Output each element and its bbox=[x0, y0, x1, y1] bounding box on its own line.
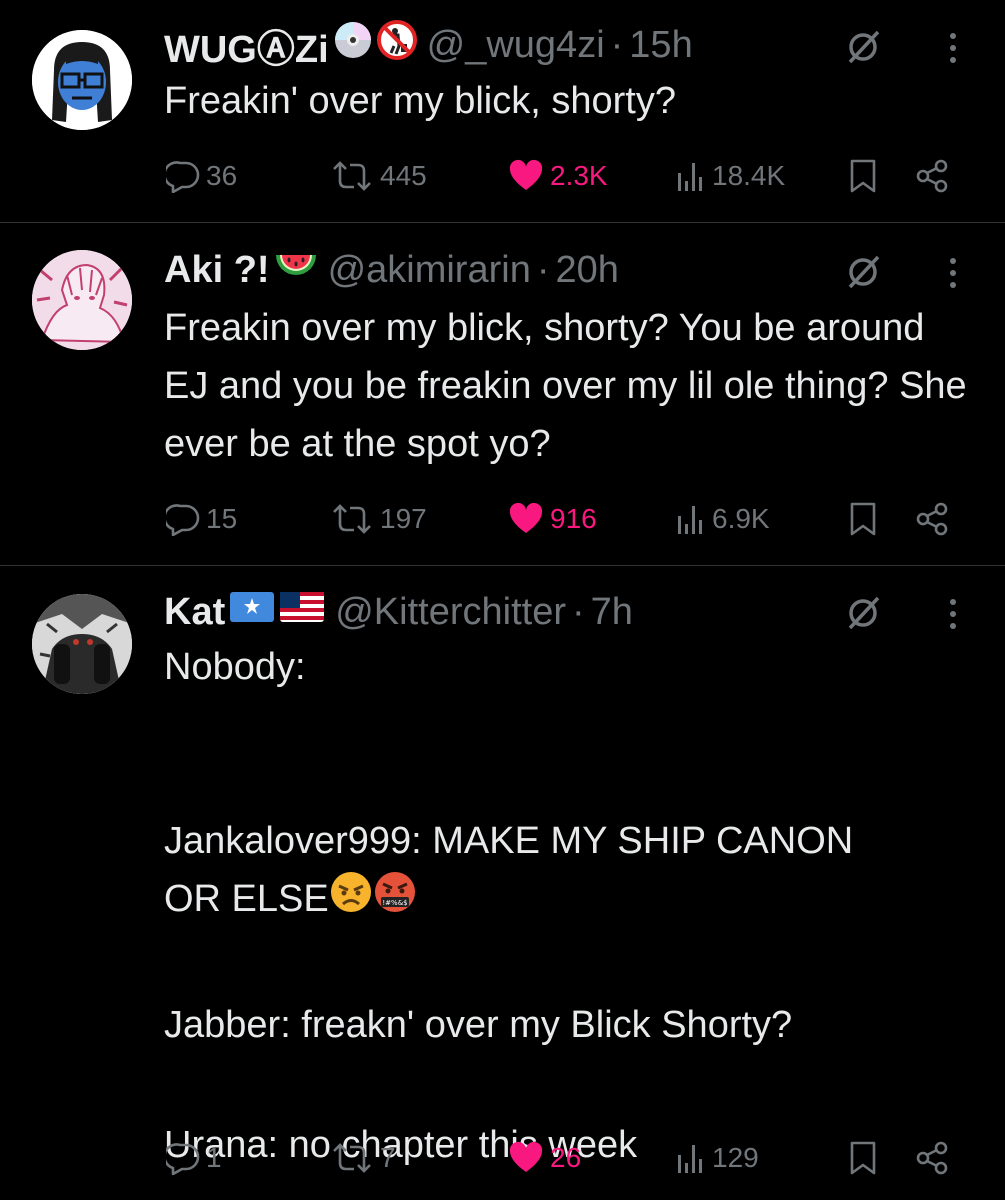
tweet-3[interactable]: Kat @Kitterchitter · 7h Nobody: Jankalov… bbox=[0, 566, 1005, 1200]
bookmark-button[interactable] bbox=[848, 156, 884, 196]
views-button[interactable]: 129 bbox=[676, 1138, 759, 1178]
timestamp[interactable]: 15h bbox=[629, 24, 692, 67]
retweet-count: 197 bbox=[380, 503, 427, 534]
views-icon bbox=[678, 163, 702, 191]
tweet-actions: 1 7 26 129 bbox=[0, 1138, 1005, 1178]
avatar[interactable] bbox=[32, 30, 132, 130]
tweet-header: WUGⒶZi @_wug4zi · 15h bbox=[164, 18, 693, 73]
more-options-icon[interactable] bbox=[938, 594, 968, 634]
view-count: 18.4K bbox=[712, 160, 786, 191]
somalia-flag-emoji bbox=[229, 590, 275, 634]
reply-button[interactable]: 15 bbox=[166, 499, 237, 539]
tweet-line: Nobody: bbox=[164, 646, 306, 688]
reply-icon bbox=[166, 1143, 200, 1175]
like-button[interactable]: 916 bbox=[508, 499, 597, 539]
cd-disc-emoji bbox=[333, 20, 373, 70]
like-button[interactable]: 2.3K bbox=[508, 156, 608, 196]
separator: · bbox=[571, 590, 585, 633]
like-count: 26 bbox=[550, 1142, 582, 1173]
retweet-icon bbox=[333, 504, 371, 534]
tweet-line: Jabber: freakn' over my Blick Shorty? bbox=[164, 1004, 793, 1046]
reply-icon bbox=[166, 504, 200, 536]
display-name[interactable]: Kat bbox=[164, 591, 225, 634]
separator: · bbox=[610, 23, 624, 66]
tweet-1[interactable]: WUGⒶZi @_wug4zi · 15h Freakin' over my b… bbox=[0, 0, 1005, 222]
like-count: 2.3K bbox=[550, 160, 608, 191]
view-count: 6.9K bbox=[712, 503, 770, 534]
timestamp[interactable]: 20h bbox=[556, 249, 619, 292]
share-button[interactable] bbox=[914, 156, 956, 196]
tweet-line-text: OR ELSE bbox=[164, 878, 329, 920]
tweet-line-with-emoji: OR ELSE !#%&$ bbox=[164, 870, 984, 928]
heart-icon bbox=[509, 1141, 543, 1172]
like-count: 916 bbox=[550, 503, 597, 534]
more-options-icon[interactable] bbox=[938, 28, 968, 68]
reply-button[interactable]: 36 bbox=[166, 156, 237, 196]
bookmark-button[interactable] bbox=[848, 1138, 884, 1178]
retweet-icon bbox=[333, 161, 371, 191]
usa-flag-emoji bbox=[279, 590, 325, 634]
tweet-header: Aki ?! @akimirarin · 20h bbox=[164, 245, 619, 295]
reply-icon bbox=[166, 161, 200, 193]
avatar[interactable] bbox=[32, 250, 132, 350]
avatar-image bbox=[32, 250, 132, 350]
views-icon bbox=[678, 506, 702, 534]
separator: · bbox=[536, 248, 550, 291]
user-handle[interactable]: @_wug4zi bbox=[427, 24, 605, 67]
bookmark-button[interactable] bbox=[848, 499, 884, 539]
share-icon bbox=[916, 1141, 948, 1175]
like-button[interactable]: 26 bbox=[508, 1138, 581, 1178]
heart-icon bbox=[509, 502, 543, 533]
views-button[interactable]: 18.4K bbox=[676, 156, 785, 196]
avatar-image bbox=[32, 594, 132, 694]
tweet-2[interactable]: Aki ?! @akimirarin · 20h Freakin over my… bbox=[0, 223, 1005, 565]
views-button[interactable]: 6.9K bbox=[676, 499, 770, 539]
user-handle[interactable]: @Kitterchitter bbox=[335, 591, 566, 634]
tweet-header: Kat @Kitterchitter · 7h bbox=[164, 587, 633, 637]
cursing-face-emoji: !#%&$ bbox=[373, 870, 417, 931]
reply-count: 1 bbox=[206, 1142, 222, 1173]
view-count: 129 bbox=[712, 1142, 759, 1173]
avatar-image bbox=[32, 30, 132, 130]
tweet-actions: 15 197 916 6.9K bbox=[0, 499, 1005, 539]
views-icon bbox=[678, 1145, 702, 1173]
reply-button[interactable]: 1 bbox=[166, 1138, 222, 1178]
share-icon bbox=[916, 159, 948, 193]
grok-icon[interactable] bbox=[844, 251, 884, 291]
tweet-text: Freakin' over my blick, shorty? bbox=[164, 80, 676, 122]
retweet-button[interactable]: 7 bbox=[330, 1138, 396, 1178]
reply-count: 36 bbox=[206, 160, 238, 191]
display-name[interactable]: WUGⒶZi bbox=[164, 18, 329, 73]
heart-icon bbox=[509, 159, 543, 190]
tweet-text: Nobody: Jankalover999: MAKE MY SHIP CANO… bbox=[164, 638, 984, 1174]
retweet-icon bbox=[333, 1143, 371, 1173]
share-icon bbox=[916, 502, 948, 536]
user-handle[interactable]: @akimirarin bbox=[328, 249, 531, 292]
timestamp[interactable]: 7h bbox=[591, 591, 633, 634]
reply-count: 15 bbox=[206, 503, 238, 534]
cursing-symbols: !#%&$ bbox=[382, 899, 407, 907]
share-button[interactable] bbox=[914, 1138, 956, 1178]
bookmark-icon bbox=[850, 159, 876, 193]
tweet-line: Jankalover999: MAKE MY SHIP CANON bbox=[164, 820, 854, 862]
retweet-count: 7 bbox=[380, 1142, 396, 1173]
bookmark-icon bbox=[850, 502, 876, 536]
no-littering-emoji bbox=[376, 20, 417, 70]
share-button[interactable] bbox=[914, 499, 956, 539]
grok-icon[interactable] bbox=[844, 26, 884, 66]
retweet-button[interactable]: 445 bbox=[330, 156, 427, 196]
watermelon-emoji bbox=[274, 245, 318, 295]
angry-face-emoji bbox=[329, 870, 373, 931]
avatar[interactable] bbox=[32, 594, 132, 694]
retweet-count: 445 bbox=[380, 160, 427, 191]
retweet-button[interactable]: 197 bbox=[330, 499, 427, 539]
tweet-text: Freakin over my blick, shorty? You be ar… bbox=[164, 307, 967, 465]
more-options-icon[interactable] bbox=[938, 253, 968, 293]
display-name[interactable]: Aki ?! bbox=[164, 249, 270, 292]
grok-icon[interactable] bbox=[844, 592, 884, 632]
tweet-actions: 36 445 2.3K 18.4K bbox=[0, 156, 1005, 196]
bookmark-icon bbox=[850, 1141, 876, 1175]
